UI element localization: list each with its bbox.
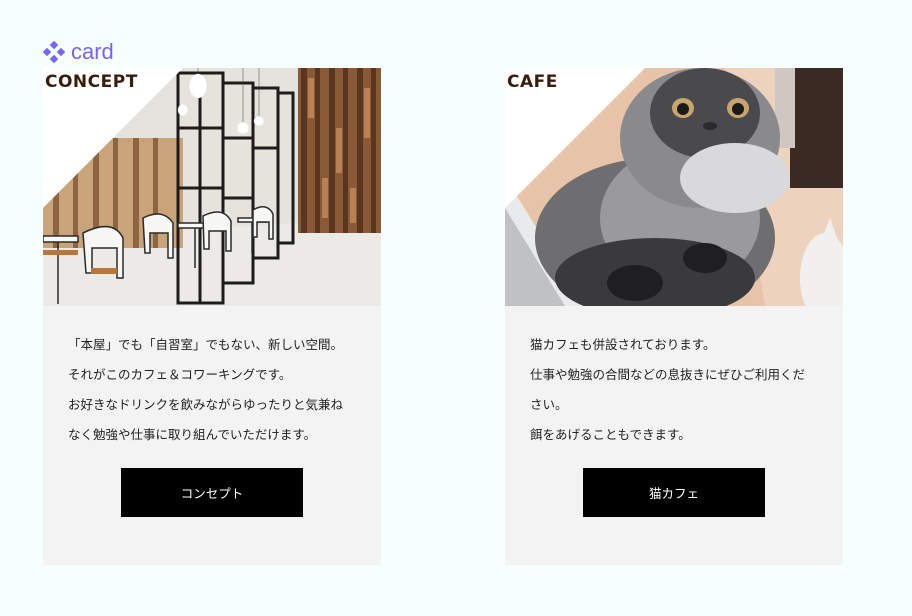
description-line: さい。 [530,397,568,412]
description-line: 餌をあげることもできます。 [530,427,691,442]
card-description: 猫カフェも併設されております。 仕事や勉強の合間などの息抜きにぜひご利用くだ さ… [530,330,830,450]
component-icon [43,41,65,63]
concept-button[interactable]: コンセプト [121,468,303,517]
description-line: お好きなドリンクを飲みながらゆったりと気兼ね [68,397,344,412]
concept-card: CONCEPT 「本屋」でも「自習室」でもない、新しい空間。 それがこのカフェ＆… [43,68,381,565]
card-title: CONCEPT [45,72,138,92]
frame-label[interactable]: card [43,38,114,66]
card-title: CAFE [507,72,558,92]
cat-photo-image [505,68,843,306]
description-line: 「本屋」でも「自習室」でもない、新しい空間。 [68,337,344,352]
card-description: 「本屋」でも「自習室」でもない、新しい空間。 それがこのカフェ＆コワーキングです… [68,330,368,450]
frame-label-text: card [71,39,114,64]
description-line: 猫カフェも併設されております。 [530,337,716,352]
cat-cafe-button[interactable]: 猫カフェ [583,468,765,517]
cafe-card: CAFE 猫カフェも併設されております。 仕事や勉強の合間などの息抜きにぜひご利… [505,68,843,565]
cafe-interior-image [43,68,381,306]
description-line: 仕事や勉強の合間などの息抜きにぜひご利用くだ [530,367,806,382]
description-line: なく勉強や仕事に取り組んでいただけます。 [68,427,317,442]
description-line: それがこのカフェ＆コワーキングです。 [68,367,292,382]
